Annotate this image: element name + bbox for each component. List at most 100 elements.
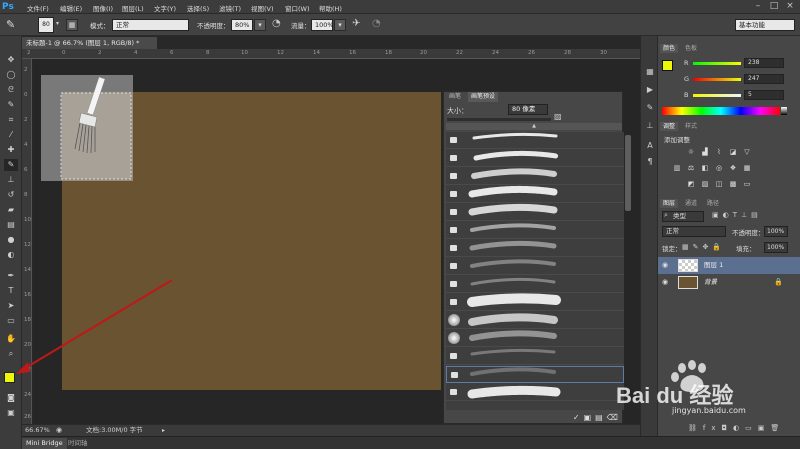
color-spectrum-bar[interactable] [662,107,780,115]
tab-mini-bridge[interactable]: Mini Bridge [22,438,67,449]
brush-size-input[interactable]: 80 像素 [508,104,548,115]
list-item[interactable] [446,258,624,275]
soft-round-brush-icon [448,332,460,344]
photo-filter-icon[interactable]: ◎ [714,164,724,173]
brightness-icon[interactable]: ☼ [686,148,696,157]
color-balance-icon[interactable]: ⚖ [686,164,696,173]
status-bar: 66.67% ◉ 文档:3.00M/0 字节 ▸ [22,424,640,436]
brush-type-icon [450,227,457,233]
tab-swatches[interactable]: 色板 [682,44,700,53]
red-value-input[interactable]: 238 [744,58,784,68]
watermark: Bai du 经验 jingyan.baidu.com [612,360,792,420]
actions-icon[interactable]: ▶ [644,84,656,96]
invert-icon[interactable]: ◩ [686,180,696,189]
scrollbar[interactable] [625,135,631,211]
tab-brush-presets[interactable]: 画笔预设 [468,92,499,102]
channel-mixer-icon[interactable]: ❖ [728,164,738,173]
blue-value-input[interactable]: 5 [744,90,784,100]
brush-presets-panel: 画笔 画笔预设 大小： 80 像素 ▨ ▲ ✓▣▤⌫ [443,91,624,424]
foreground-color-swatch[interactable] [662,60,673,71]
hue-saturation-icon[interactable]: ▥ [672,164,682,173]
list-item[interactable] [446,366,624,383]
layer-opacity-input[interactable]: 100% [764,226,788,237]
r-label: R [684,59,689,67]
search-icon: ⌕ [664,211,668,219]
lock-icons[interactable]: ▦✎✥🔒 [682,243,725,251]
exposure-icon[interactable]: ◪ [728,148,738,157]
brush-size-label: 大小： [447,107,468,115]
list-item[interactable] [446,150,624,167]
list-item[interactable] [446,312,624,329]
layer-thumbnail [678,259,698,272]
list-item[interactable] [446,384,624,401]
collapse-icon[interactable]: ▲ [446,123,622,130]
brush-type-icon [450,263,457,269]
adjustments-title: 添加调整 [664,136,690,144]
blue-slider[interactable] [693,94,741,97]
eye-icon[interactable]: ◉ [662,274,672,291]
fill-label: 填充： [736,245,756,253]
brush-type-icon [450,191,457,197]
reset-brush-icon[interactable]: ▨ [554,112,562,121]
tab-color[interactable]: 颜色 [660,44,679,53]
tab-channels[interactable]: 通道 [682,199,700,208]
green-slider[interactable] [693,78,741,81]
bw-spectrum[interactable] [781,107,787,115]
selective-color-icon[interactable]: ▩ [728,180,738,189]
vibrance-icon[interactable]: ▽ [742,148,752,157]
tab-styles[interactable]: 样式 [682,122,700,131]
layer-name[interactable]: 图层 1 [704,257,723,274]
curves-icon[interactable]: ⌇ [714,148,724,157]
layer-name[interactable]: 背景 [704,274,717,291]
list-item[interactable] [446,204,624,221]
list-item[interactable] [446,240,624,257]
red-slider[interactable] [693,62,741,65]
list-item[interactable] [446,348,624,365]
layer-opacity-label: 不透明度： [732,229,765,237]
list-item[interactable] [446,276,624,293]
share-icon[interactable]: ◉ [56,425,62,436]
layers-footer-icons[interactable]: ⛓fx◘◐▭▣🗑 [688,424,798,434]
tab-layers[interactable]: 图层 [660,199,679,208]
list-item[interactable] [446,168,624,185]
brush-type-icon [450,389,457,395]
layer-thumbnail [678,276,698,289]
fill-input[interactable]: 100% [764,242,788,253]
paragraph-icon[interactable]: ¶ [644,156,656,168]
watermark-url: jingyan.baidu.com [672,406,746,415]
list-item[interactable] [446,132,624,149]
chevron-right-icon[interactable]: ▸ [162,425,165,436]
posterize-icon[interactable]: ▨ [700,180,710,189]
tab-brush[interactable]: 画笔 [446,92,464,102]
list-item[interactable] [446,330,624,347]
zoom-level[interactable]: 66.67% [25,425,50,436]
tab-paths[interactable]: 路径 [704,199,722,208]
black-white-icon[interactable]: ◧ [700,164,710,173]
color-lookup-icon[interactable]: ▦ [742,164,752,173]
tab-adjustments[interactable]: 调整 [660,122,679,131]
brush-preset-list[interactable] [446,132,624,410]
brush-icon[interactable]: ✎ [644,102,656,114]
clone-source-icon[interactable]: ⊥ [644,120,656,132]
lock-icon: 🔒 [774,278,783,286]
green-value-input[interactable]: 247 [744,74,784,84]
tab-timeline[interactable]: 时间轴 [68,438,88,449]
layer-row[interactable]: ◉ 背景 🔒 [658,274,800,291]
history-icon[interactable]: ▦ [644,66,656,78]
list-item[interactable] [446,222,624,239]
layer-filter-select[interactable]: 类型 [662,211,704,222]
brush-type-icon [450,353,457,359]
gradient-map-icon[interactable]: ▭ [742,180,752,189]
character-icon[interactable]: A [644,140,656,152]
list-item[interactable] [446,186,624,203]
brush-type-icon [450,173,457,179]
brush-size-slider[interactable] [447,118,551,121]
eye-icon[interactable]: ◉ [662,257,672,274]
layer-filter-icons[interactable]: ▣◐T⊥▤ [712,211,762,219]
blend-mode-select[interactable]: 正常 [662,226,726,237]
threshold-icon[interactable]: ◫ [714,180,724,189]
levels-icon[interactable]: ▟ [700,148,710,157]
layer-row[interactable]: ◉ 图层 1 [658,257,800,274]
list-item[interactable] [446,294,624,311]
document-info: 文档:3.00M/0 字节 [86,426,143,434]
